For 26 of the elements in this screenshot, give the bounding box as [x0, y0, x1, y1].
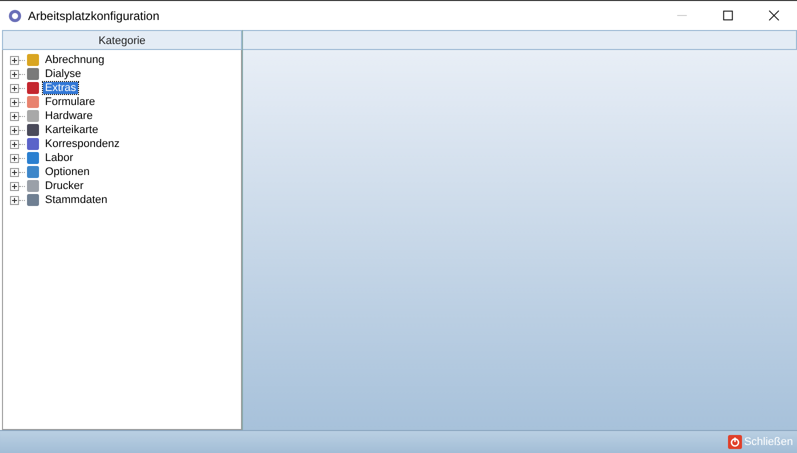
tree-item[interactable]: Stammdaten — [43, 194, 110, 206]
expand-icon[interactable] — [10, 98, 19, 106]
tree-item[interactable]: Labor — [43, 152, 76, 164]
window-title: Arbeitsplatzkonfiguration — [28, 8, 160, 22]
expand-icon[interactable] — [10, 84, 19, 92]
expand-icon[interactable] — [10, 112, 19, 120]
expand-icon[interactable] — [10, 56, 19, 64]
expand-icon[interactable] — [10, 140, 19, 148]
tree-item[interactable]: Extras — [43, 82, 78, 94]
expand-icon[interactable] — [10, 70, 19, 78]
expand-icon[interactable] — [10, 126, 19, 134]
expand-icon[interactable] — [10, 168, 19, 176]
tree-item[interactable]: Abrechnung — [43, 54, 106, 66]
tree-item[interactable]: Karteikarte — [43, 124, 100, 136]
tree-item[interactable]: Hardware — [43, 110, 95, 122]
column-header: Kategorie — [2, 30, 242, 50]
power-icon — [728, 435, 742, 449]
tree-item[interactable]: Formulare — [43, 96, 98, 108]
app-icon — [8, 8, 22, 22]
tree-item[interactable]: Dialyse — [43, 68, 84, 80]
expand-icon[interactable] — [10, 196, 19, 204]
tree-item[interactable]: Korrespondenz — [43, 138, 122, 150]
tree-item[interactable]: Optionen — [43, 166, 92, 178]
tree-item[interactable]: Drucker — [43, 180, 86, 192]
expand-icon[interactable] — [10, 182, 19, 190]
expand-icon[interactable] — [10, 154, 19, 162]
